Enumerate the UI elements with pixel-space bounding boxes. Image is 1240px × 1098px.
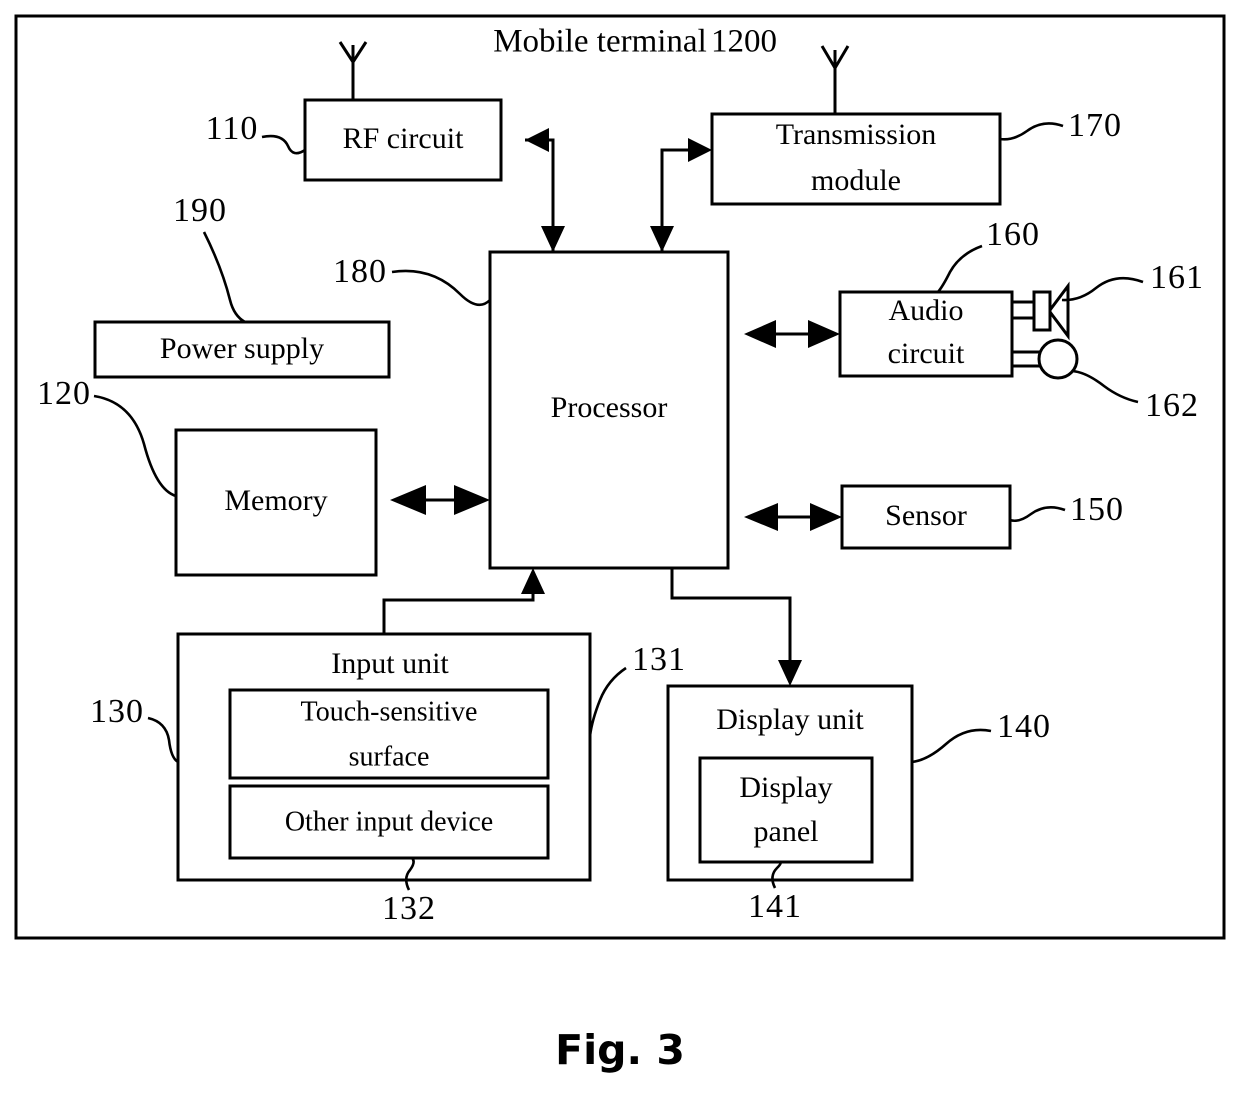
- block-audio-circuit-label-line1: Audio: [889, 294, 964, 327]
- figure-caption: Fig. 3: [555, 1026, 685, 1074]
- block-other-input-device-label: Other input device: [285, 806, 493, 837]
- leader-131: [588, 666, 627, 737]
- connector-processor-memory: [390, 485, 490, 515]
- leader-170: [999, 122, 1064, 141]
- leader-160: [936, 244, 983, 293]
- connector-transmission-branch-into-processor: [650, 204, 674, 252]
- arrowhead-audio-to-processor: [744, 320, 776, 348]
- ref-141: 141: [748, 888, 802, 925]
- ref-170: 170: [1068, 107, 1122, 144]
- arrowhead-to-memory: [390, 485, 426, 515]
- figure-title-ref: 1200: [711, 24, 777, 60]
- rf-antenna-icon: [338, 41, 368, 100]
- block-touch-sensitive-surface-label-line1: Touch-sensitive: [301, 696, 478, 727]
- block-power-supply-label: Power supply: [160, 332, 324, 365]
- connector-processor-audio-circuit: [744, 320, 840, 348]
- leader-120: [93, 394, 177, 498]
- arrowhead-rf-into-processor: [541, 226, 565, 252]
- arrowhead-sensor-to-processor: [744, 503, 778, 531]
- leader-162: [1071, 369, 1139, 404]
- speaker-icon: [1012, 281, 1070, 341]
- leader-130: [147, 716, 179, 764]
- ref-160: 160: [986, 216, 1040, 253]
- block-display-unit-label: Display unit: [716, 703, 864, 736]
- block-transmission-module-label-line2: module: [811, 164, 901, 197]
- ref-130: 130: [90, 693, 144, 730]
- block-rf-circuit-label: RF circuit: [343, 122, 464, 155]
- block-input-unit-label: Input unit: [331, 647, 449, 680]
- block-sensor-label: Sensor: [885, 499, 967, 532]
- connector-processor-to-display-unit: [670, 568, 802, 686]
- arrowhead-input-into-processor: [521, 568, 545, 594]
- figure-page: Mobile terminal 1200 RF circuit Transmis…: [0, 0, 1240, 1098]
- ref-180: 180: [333, 253, 387, 290]
- transmission-antenna-icon: [820, 45, 850, 114]
- arrowhead-transmission-into-processor: [650, 226, 674, 252]
- leader-110: [261, 134, 306, 155]
- block-display-panel-label-line1: Display: [739, 771, 832, 804]
- leader-161: [1061, 276, 1144, 302]
- ref-110: 110: [206, 110, 259, 147]
- block-audio-circuit-label-line2: circuit: [888, 337, 965, 370]
- connector-input-unit-to-processor: [382, 568, 545, 634]
- ref-120: 120: [37, 375, 91, 412]
- arrowhead-to-rf-circuit: [525, 128, 549, 152]
- block-touch-sensitive-surface-label-line2: surface: [349, 741, 430, 772]
- ref-132: 132: [382, 890, 436, 927]
- arrowhead-memory-to-processor: [454, 485, 490, 515]
- leader-140: [911, 728, 992, 764]
- arrowhead-processor-to-audio: [808, 320, 840, 348]
- mobile-terminal-block-diagram: Mobile terminal 1200 RF circuit Transmis…: [14, 14, 1226, 1074]
- arrowhead-processor-to-sensor: [810, 503, 842, 531]
- ref-162: 162: [1145, 387, 1199, 424]
- ref-150: 150: [1070, 491, 1124, 528]
- ref-190: 190: [173, 192, 227, 229]
- leader-180: [391, 269, 491, 307]
- microphone-icon: [1012, 338, 1079, 380]
- leader-150: [1009, 505, 1066, 523]
- connector-processor-sensor: [744, 503, 842, 531]
- block-memory-label: Memory: [224, 484, 327, 517]
- ref-131: 131: [632, 641, 686, 678]
- arrowhead-to-display-unit: [778, 660, 802, 686]
- block-transmission-module-label-line1: Transmission: [776, 118, 937, 151]
- connector-rf-branch-into-processor: [541, 180, 565, 252]
- block-processor-label: Processor: [551, 391, 668, 424]
- block-display-panel-label-line2: panel: [754, 815, 819, 848]
- arrowhead-to-transmission: [688, 138, 712, 162]
- ref-140: 140: [997, 708, 1051, 745]
- leader-190: [202, 231, 246, 324]
- figure-title: Mobile terminal: [493, 24, 707, 60]
- ref-161: 161: [1150, 259, 1204, 296]
